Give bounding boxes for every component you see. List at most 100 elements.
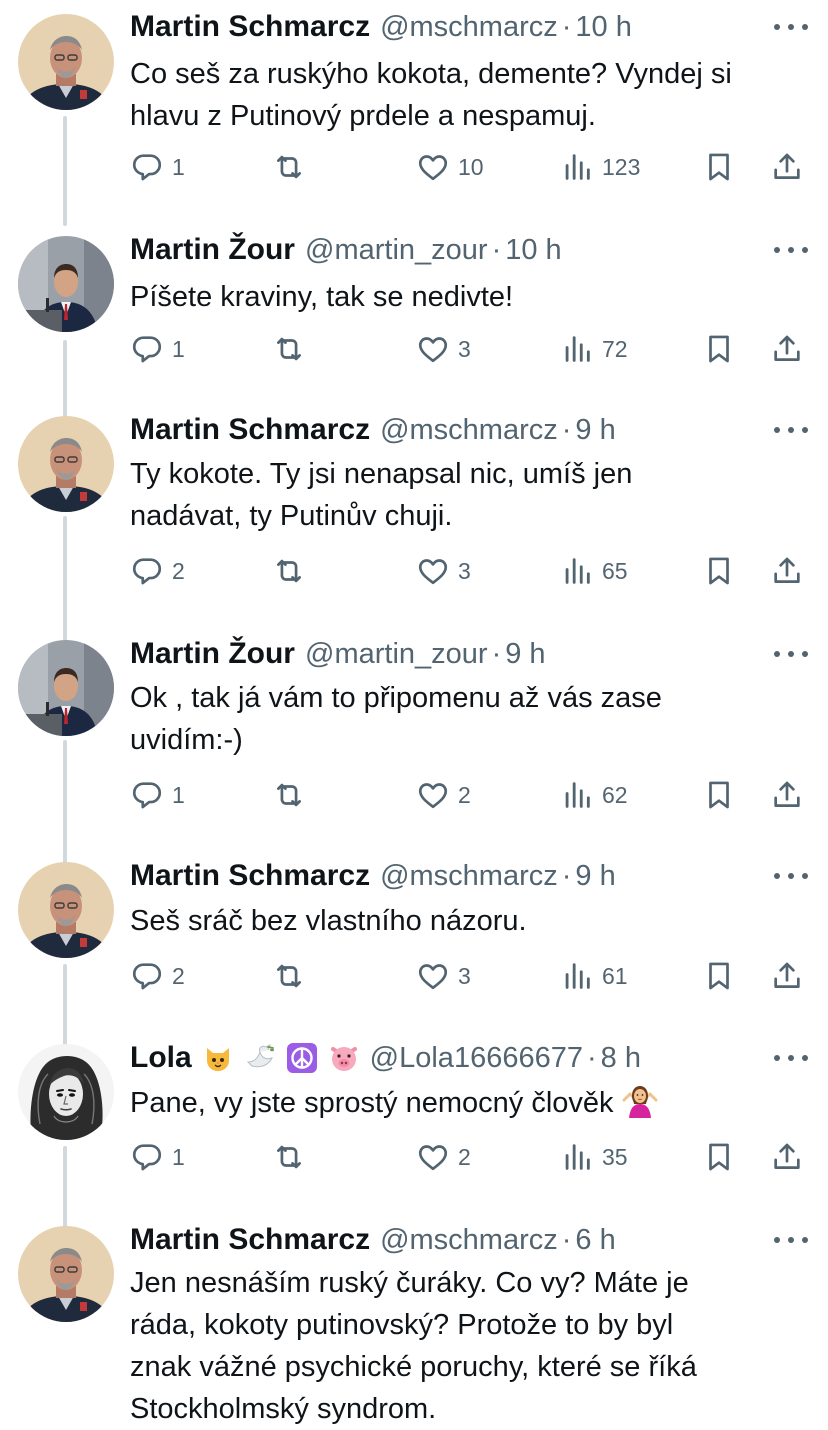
like-button[interactable]: 10 — [416, 147, 484, 187]
share-button[interactable] — [770, 1137, 804, 1177]
pig-face-emoji — [328, 1042, 360, 1074]
like-button[interactable]: 2 — [416, 1137, 471, 1177]
bookmark-button[interactable] — [702, 551, 736, 591]
like-icon — [418, 783, 448, 809]
avatar[interactable] — [18, 640, 114, 736]
views-button[interactable]: 35 — [560, 1137, 628, 1177]
peace-symbol-emoji — [286, 1042, 318, 1074]
tweet-header: Martin Žour @martin_zour · 9 h — [130, 634, 768, 674]
timestamp[interactable]: 9 h — [575, 414, 615, 447]
bookmark-button[interactable] — [702, 956, 736, 996]
avatar[interactable] — [18, 1044, 114, 1140]
share-button[interactable] — [770, 775, 804, 815]
tweet[interactable]: Martin Schmarcz @mschmarcz · 10 h Co seš… — [0, 0, 828, 226]
reply-button[interactable]: 1 — [130, 329, 185, 369]
views-button[interactable]: 65 — [560, 551, 628, 591]
retweet-button[interactable] — [272, 1137, 306, 1177]
author-name[interactable]: Martin Žour — [130, 637, 295, 671]
share-icon — [774, 153, 800, 179]
timestamp[interactable]: 9 h — [505, 638, 545, 671]
action-bar: 1 2 35 — [130, 1137, 808, 1177]
action-bar: 2 3 65 — [130, 551, 808, 591]
tweet[interactable]: Martin Žour @martin_zour · 10 h Píšete k… — [0, 224, 828, 420]
tweet-text-line: nadávat, ty Putinův chuji. — [130, 500, 453, 532]
tweet[interactable]: Martin Schmarcz @mschmarcz · 6 h Jen nes… — [0, 1214, 828, 1427]
like-button[interactable]: 3 — [416, 551, 471, 591]
author-name[interactable]: Martin Schmarcz — [130, 10, 370, 44]
like-button[interactable]: 2 — [416, 775, 471, 815]
reply-button[interactable]: 2 — [130, 956, 185, 996]
retweet-button[interactable] — [272, 956, 306, 996]
bookmark-button[interactable] — [702, 147, 736, 187]
reply-button[interactable]: 1 — [130, 775, 185, 815]
views-button[interactable]: 72 — [560, 329, 628, 369]
retweet-icon — [277, 559, 301, 583]
author-name[interactable]: Martin Schmarcz — [130, 859, 370, 893]
like-icon — [418, 155, 448, 181]
like-button[interactable]: 3 — [416, 329, 471, 369]
share-button[interactable] — [770, 147, 804, 187]
timestamp[interactable]: 8 h — [601, 1042, 641, 1075]
retweet-button[interactable] — [272, 775, 306, 815]
tweet[interactable]: Lola @Lola16666677 · 8 h Pane, vy jste s… — [0, 1034, 828, 1242]
more-options-icon[interactable] — [774, 866, 808, 886]
more-options-icon[interactable] — [774, 1048, 808, 1068]
views-button[interactable]: 62 — [560, 775, 628, 815]
tweet-text: Co seš za ruskýho kokota, demente? Vynde… — [130, 53, 804, 137]
author-name[interactable]: Martin Žour — [130, 233, 295, 267]
retweet-button[interactable] — [272, 551, 306, 591]
thread-line — [63, 740, 67, 864]
more-options-icon[interactable] — [774, 1230, 808, 1250]
author-handle[interactable]: @mschmarcz — [380, 860, 558, 893]
author-handle[interactable]: @mschmarcz — [380, 414, 558, 447]
author-handle[interactable]: @Lola16666677 — [370, 1042, 583, 1075]
share-button[interactable] — [770, 956, 804, 996]
action-bar: 1 3 72 — [130, 329, 808, 369]
reply-button[interactable]: 2 — [130, 551, 185, 591]
person-shrugging-emoji — [622, 1084, 658, 1118]
avatar[interactable] — [18, 236, 114, 332]
share-button[interactable] — [770, 329, 804, 369]
bookmark-button[interactable] — [702, 1137, 736, 1177]
tweet-text-line: Jen nesnáším ruský čuráky. Co vy? Máte j… — [130, 1267, 689, 1299]
thread-line — [63, 516, 67, 642]
author-handle[interactable]: @martin_zour — [305, 638, 488, 671]
retweet-button[interactable] — [272, 329, 306, 369]
retweet-button[interactable] — [272, 147, 306, 187]
timestamp[interactable]: 10 h — [505, 234, 561, 267]
more-options-icon[interactable] — [774, 644, 808, 664]
timestamp[interactable]: 10 h — [575, 11, 631, 44]
share-button[interactable] — [770, 551, 804, 591]
more-options-icon[interactable] — [774, 240, 808, 260]
avatar[interactable] — [18, 416, 114, 512]
views-button[interactable]: 123 — [560, 147, 640, 187]
tweet-text-line: Seš sráč bez vlastního názoru. — [130, 905, 527, 937]
author-handle[interactable]: @martin_zour — [305, 234, 488, 267]
tweet[interactable]: Martin Schmarcz @mschmarcz · 9 h Ty koko… — [0, 404, 828, 642]
like-icon — [418, 337, 448, 363]
share-icon — [774, 335, 800, 361]
author-handle[interactable]: @mschmarcz — [380, 1224, 558, 1257]
tweet-text-line: Ty kokote. Ty jsi nenapsal nic, umíš jen — [130, 458, 633, 490]
avatar[interactable] — [18, 14, 114, 110]
views-icon — [565, 336, 590, 362]
more-options-icon[interactable] — [774, 17, 808, 37]
avatar[interactable] — [18, 862, 114, 958]
more-options-icon[interactable] — [774, 420, 808, 440]
timestamp[interactable]: 9 h — [575, 860, 615, 893]
views-button[interactable]: 61 — [560, 956, 628, 996]
author-name[interactable]: Lola — [130, 1041, 192, 1075]
retweet-icon — [277, 964, 301, 988]
tweet[interactable]: Martin Žour @martin_zour · 9 h Ok , tak … — [0, 628, 828, 864]
tweet[interactable]: Martin Schmarcz @mschmarcz · 9 h Seš srá… — [0, 850, 828, 1054]
author-name[interactable]: Martin Schmarcz — [130, 1223, 370, 1257]
author-handle[interactable]: @mschmarcz — [380, 11, 558, 44]
bookmark-button[interactable] — [702, 329, 736, 369]
timestamp[interactable]: 6 h — [575, 1224, 615, 1257]
author-name[interactable]: Martin Schmarcz — [130, 413, 370, 447]
reply-button[interactable]: 1 — [130, 147, 185, 187]
bookmark-button[interactable] — [702, 775, 736, 815]
like-button[interactable]: 3 — [416, 956, 471, 996]
reply-button[interactable]: 1 — [130, 1137, 185, 1177]
avatar[interactable] — [18, 1226, 114, 1322]
